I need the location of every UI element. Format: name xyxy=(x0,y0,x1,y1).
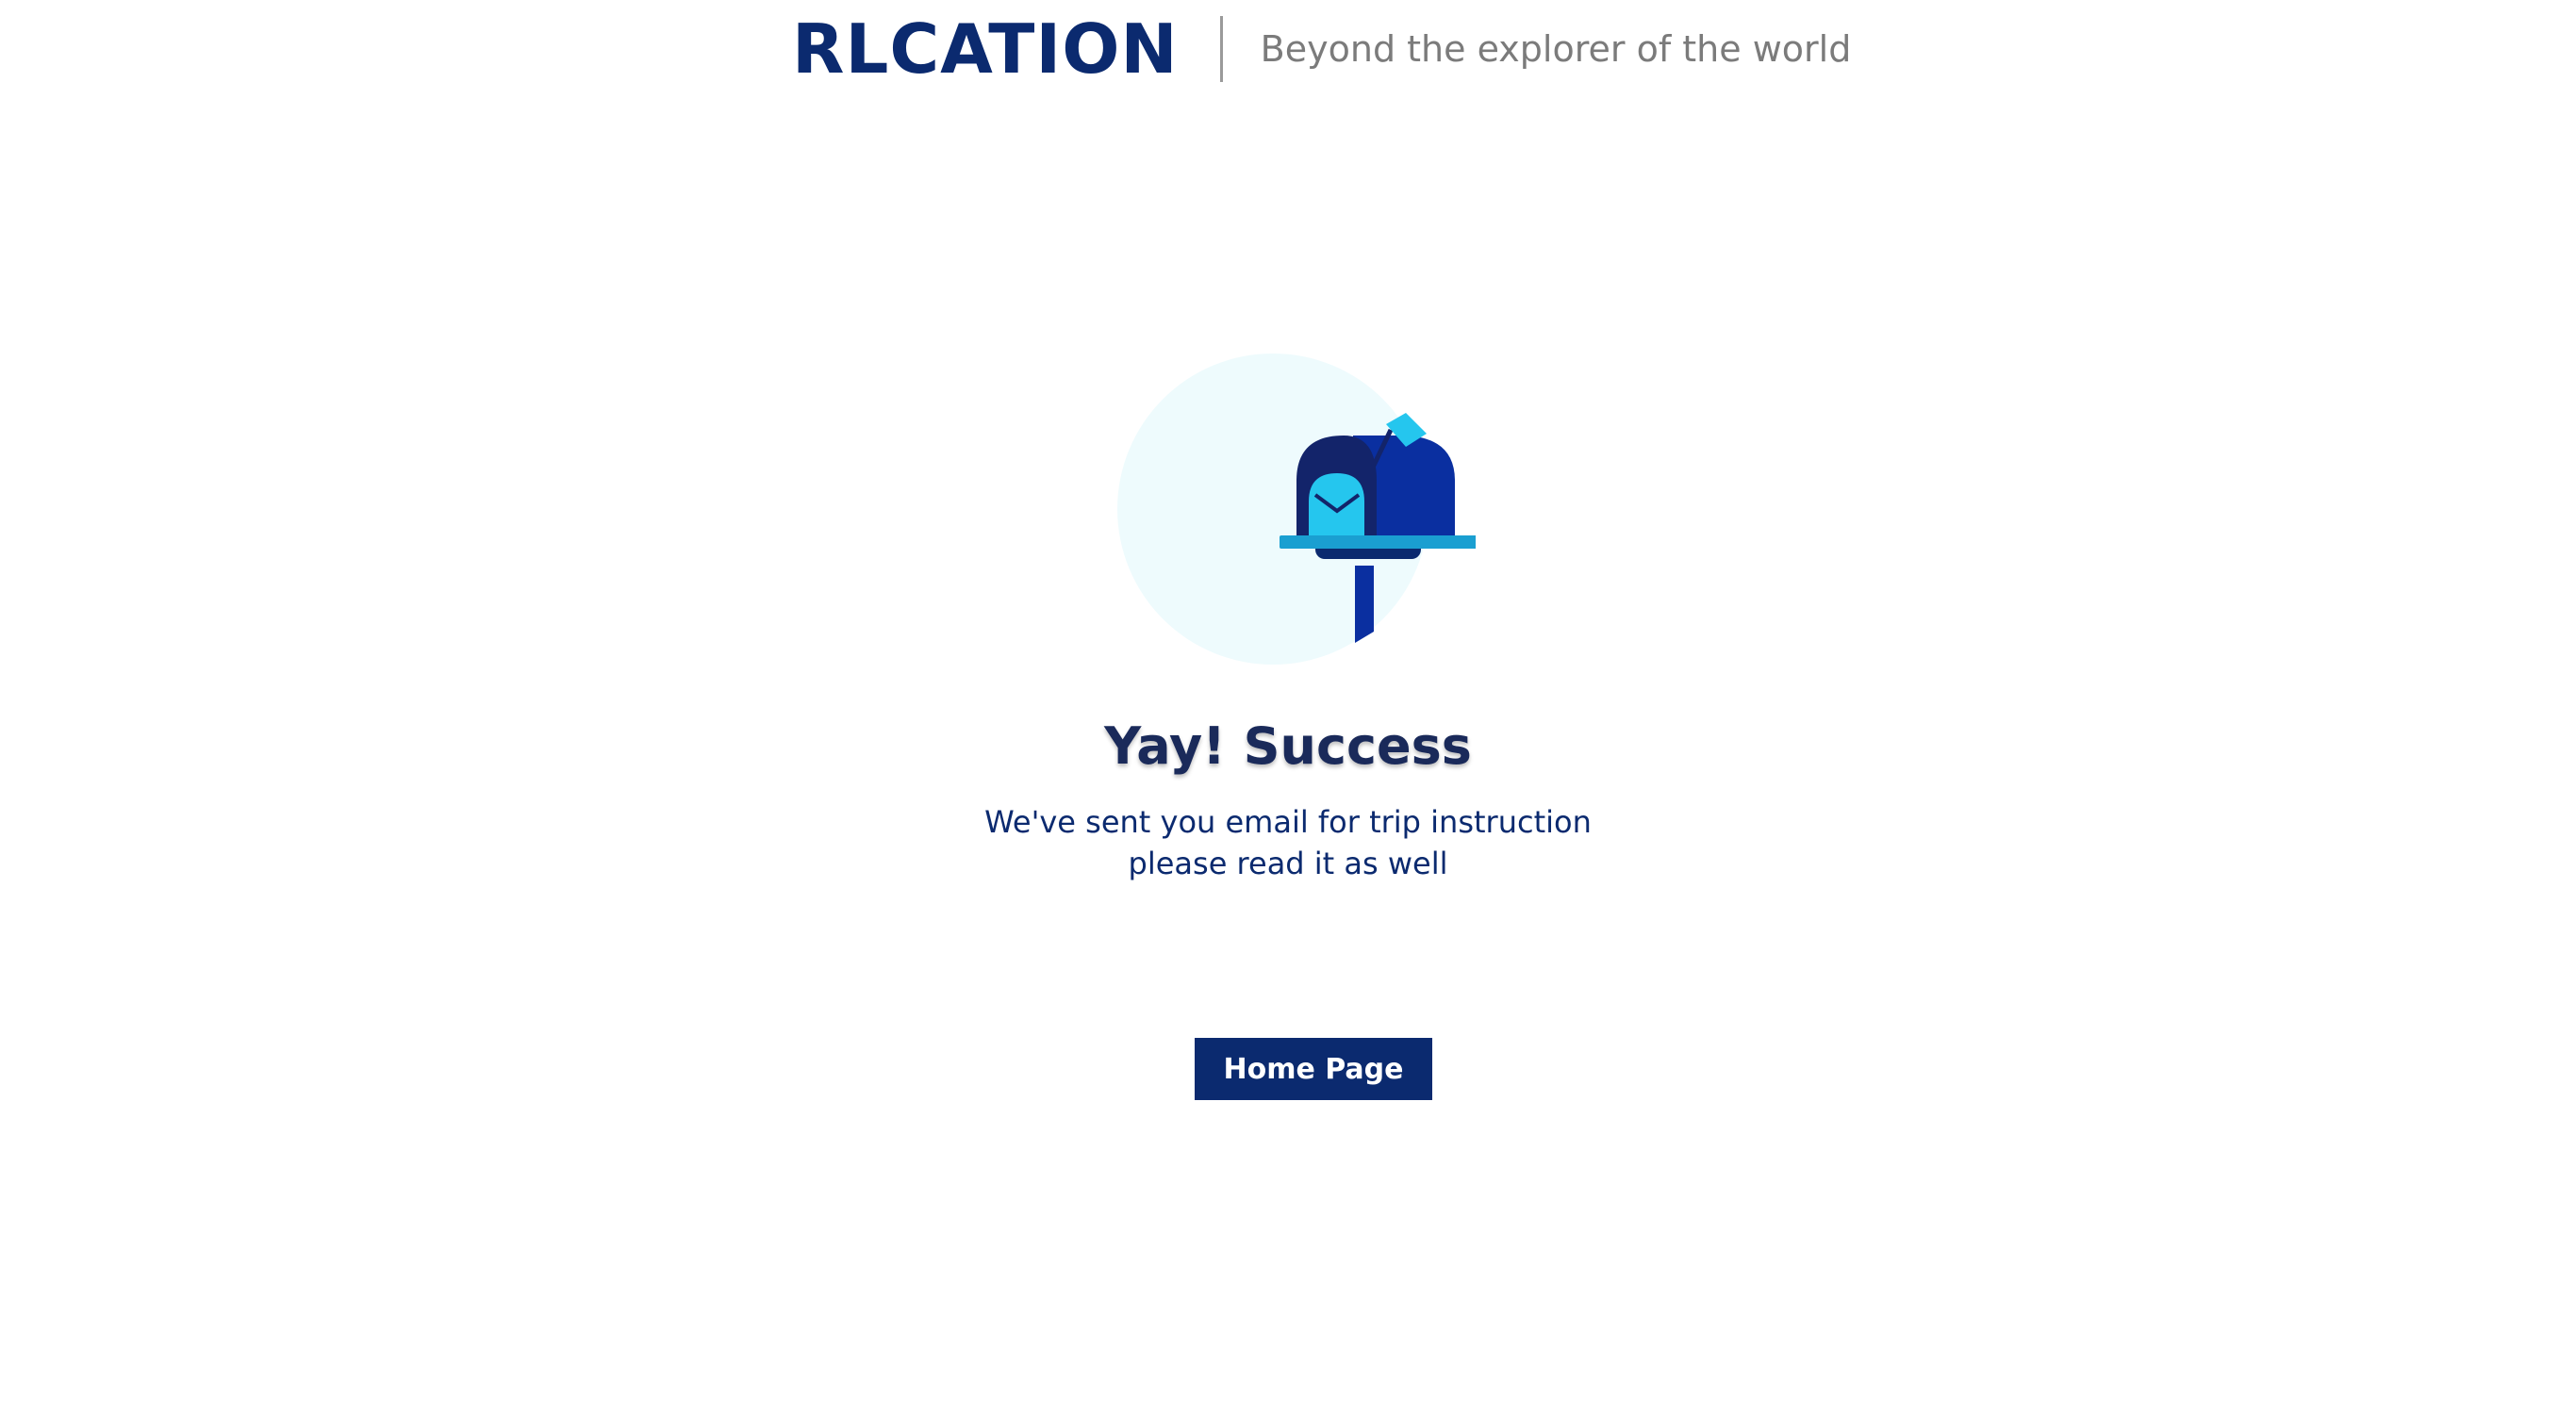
header-divider xyxy=(1219,16,1223,82)
home-page-button[interactable]: Home Page xyxy=(1195,1038,1432,1100)
success-page: RLCATION Beyond the explorer of the worl… xyxy=(0,0,2576,1414)
mailbox-icon xyxy=(1117,354,1485,665)
success-message: We've sent you email for trip instructio… xyxy=(0,801,2576,884)
header: RLCATION Beyond the explorer of the worl… xyxy=(792,15,1851,83)
message-line-2: please read it as well xyxy=(1128,846,1448,881)
tagline: Beyond the explorer of the world xyxy=(1260,28,1852,70)
logo-text: RLCATION xyxy=(792,9,1179,89)
message-line-1: We've sent you email for trip instructio… xyxy=(984,804,1592,840)
mailbox-illustration xyxy=(1117,349,1485,669)
brand-logo[interactable]: RLCATION xyxy=(792,15,1179,83)
success-title: Yay! Success xyxy=(1104,716,1472,776)
